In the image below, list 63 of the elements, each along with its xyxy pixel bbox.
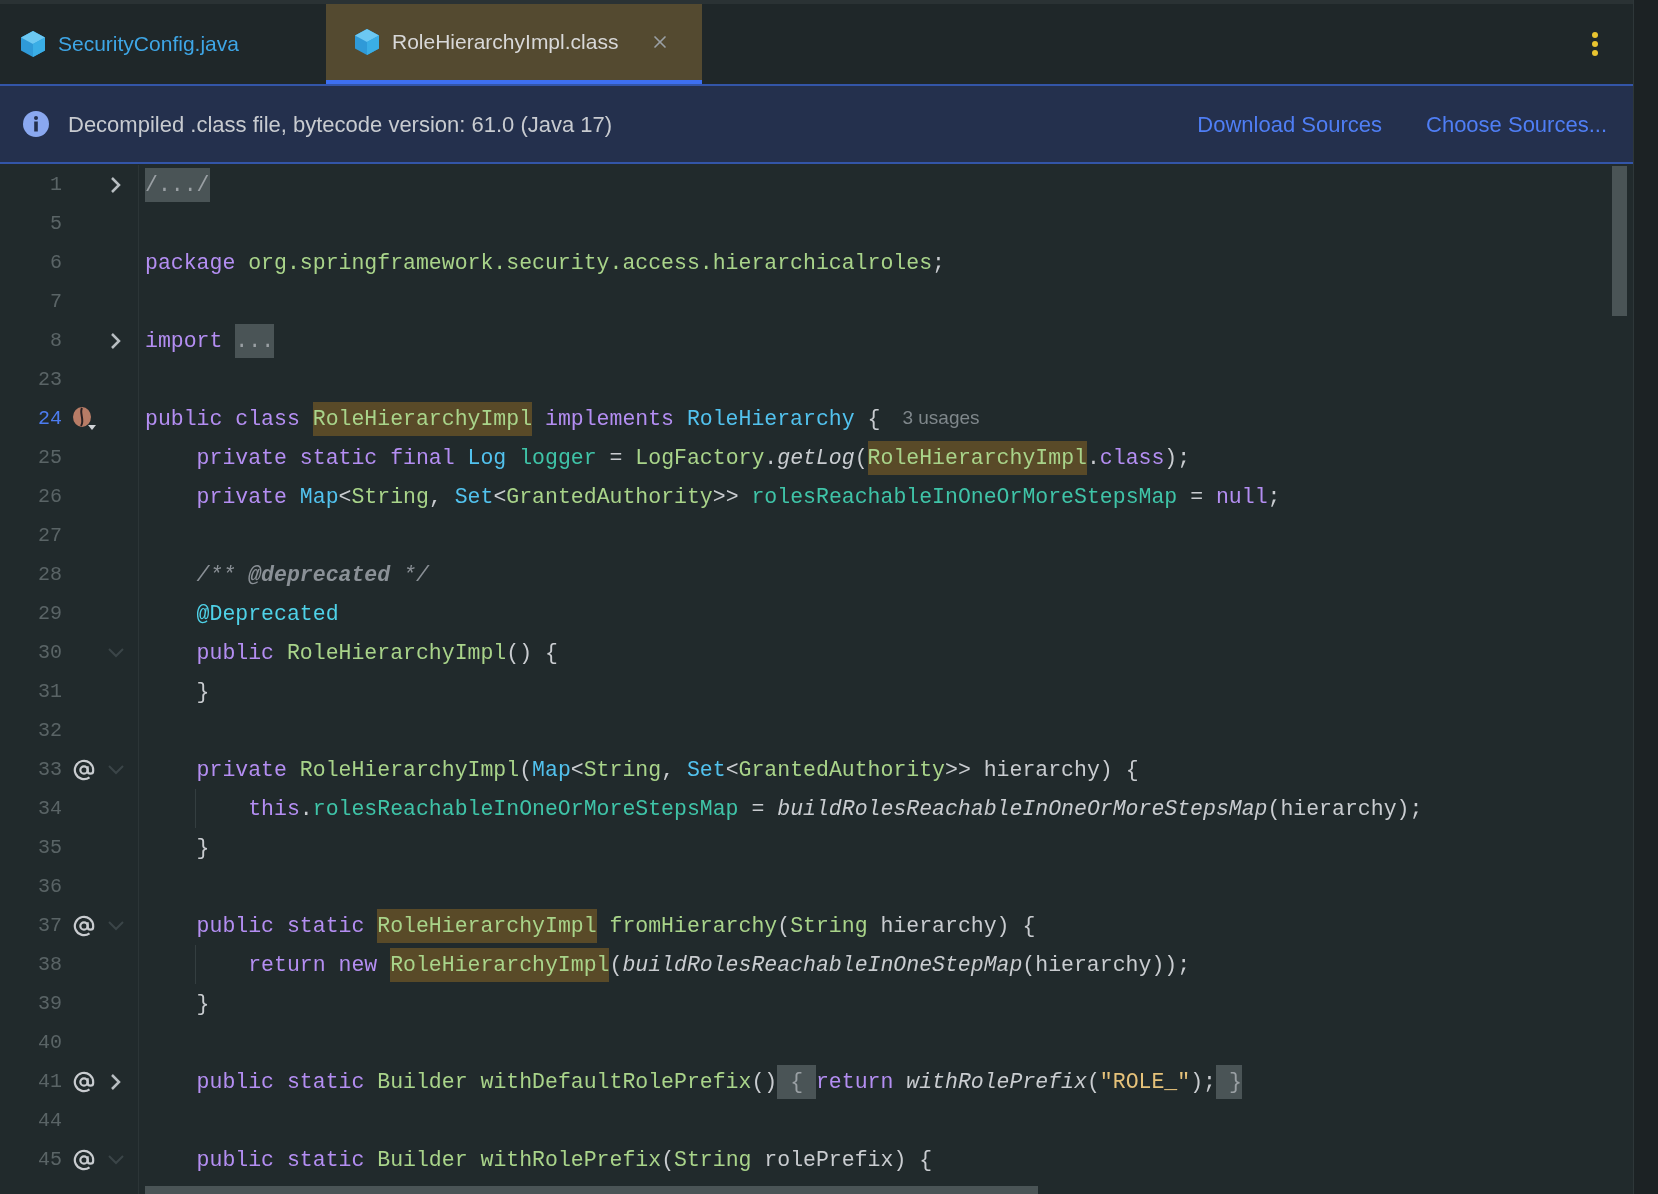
line-number: 24 xyxy=(37,405,62,432)
line-number: 36 xyxy=(37,873,62,900)
line-number: 29 xyxy=(37,600,62,627)
code-line: private Map<String, Set<GrantedAuthority>> rolesReachableInOneOrMoreStepsMap = null; xyxy=(195,483,1281,511)
banner-link[interactable]: Download Sources xyxy=(1197,107,1382,141)
line-number: 6 xyxy=(49,249,62,276)
code-line: } xyxy=(195,990,210,1018)
horizontal-scrollbar-thumb[interactable] xyxy=(145,1186,1038,1194)
line-number: 28 xyxy=(37,561,62,588)
line-number: 41 xyxy=(37,1068,62,1095)
line-number: 34 xyxy=(37,795,62,822)
line-number: 38 xyxy=(37,951,62,978)
code-line: public class RoleHierarchyImpl implements RoleHierarchy { xyxy=(145,403,881,434)
line-number: 30 xyxy=(37,639,62,666)
cube-icon xyxy=(20,30,46,58)
usages-hint[interactable]: 3 usages xyxy=(902,404,980,433)
line-number: 31 xyxy=(37,678,62,705)
line-number: 33 xyxy=(37,756,62,783)
at-sign-icon[interactable] xyxy=(73,1148,95,1171)
line-number: 8 xyxy=(49,327,62,354)
editor-tab[interactable]: SecurityConfig.java xyxy=(0,4,326,84)
code-line: private RoleHierarchyImpl(Map<String, Set<GrantedAuthority>> hierarchy) { xyxy=(195,756,1139,784)
vertical-scrollbar-thumb[interactable] xyxy=(1612,166,1627,316)
chevron-right-icon[interactable] xyxy=(110,175,122,194)
code-line: public RoleHierarchyImpl() { xyxy=(195,639,558,667)
line-number: 25 xyxy=(37,444,62,471)
code-line: return new RoleHierarchyImpl(buildRolesReachableInOneStepMap(hierarchy)); xyxy=(145,949,1191,980)
line-number: 26 xyxy=(37,483,62,510)
line-number: 5 xyxy=(49,210,62,237)
line-number: 23 xyxy=(37,366,62,393)
line-number: 37 xyxy=(37,912,62,939)
bean-icon[interactable] xyxy=(71,405,97,432)
code-line: } xyxy=(195,834,210,862)
code-line: public static Builder withRolePrefix(String rolePrefix) { xyxy=(195,1146,933,1174)
at-sign-icon[interactable] xyxy=(73,1070,95,1093)
line-number: 40 xyxy=(37,1029,62,1056)
code-line: public static RoleHierarchyImpl fromHierarchy(String hierarchy) { xyxy=(145,910,1036,941)
code-line: private static final Log logger = LogFactory.getLog(RoleHierarchyImpl.class); xyxy=(145,442,1191,473)
code-line: @Deprecated xyxy=(195,600,339,628)
code-line: package org.springframework.security.access.hierarchicalroles; xyxy=(145,249,945,277)
cube-icon xyxy=(354,28,380,56)
line-number: 27 xyxy=(37,522,62,549)
more-options-icon[interactable] xyxy=(1591,31,1599,57)
banner-message: Decompiled .class file, bytecode version: 61.0 (Java 17) xyxy=(68,110,613,139)
editor-tab[interactable]: RoleHierarchyImpl.class xyxy=(326,4,702,84)
line-number: 1 xyxy=(49,171,62,198)
code-line: /** @deprecated */ xyxy=(195,561,429,589)
at-sign-icon[interactable] xyxy=(73,914,95,937)
code-line: this.rolesReachableInOneOrMoreStepsMap = buildRolesReachableInOneOrMoreStepsMap(hierarchy); xyxy=(247,795,1423,823)
line-number: 44 xyxy=(37,1107,62,1134)
line-number: 45 xyxy=(37,1146,62,1173)
code-line: public static Builder withDefaultRolePrefix() { return withRolePrefix("ROLE_"); } xyxy=(145,1066,1242,1097)
code-line: } xyxy=(195,678,210,706)
chevron-right-icon[interactable] xyxy=(110,1072,122,1091)
at-sign-icon[interactable] xyxy=(73,758,95,781)
line-number: 32 xyxy=(37,717,62,744)
line-number: 7 xyxy=(49,288,62,315)
banner-link[interactable]: Choose Sources... xyxy=(1426,107,1607,141)
line-number: 39 xyxy=(37,990,62,1017)
line-number: 35 xyxy=(37,834,62,861)
code-line: import ... xyxy=(145,325,275,356)
chevron-right-icon[interactable] xyxy=(110,331,122,350)
info-icon xyxy=(22,110,50,138)
